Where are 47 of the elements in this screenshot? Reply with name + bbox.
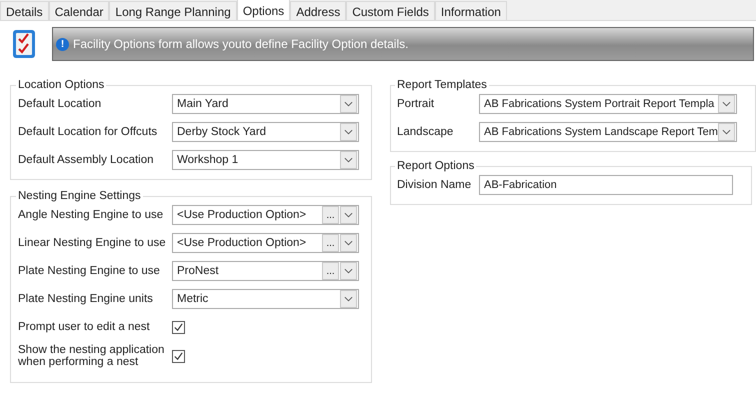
chevron-icon bbox=[722, 101, 731, 107]
field-label: Default Assembly Location bbox=[18, 154, 155, 166]
tab[interactable]: Information bbox=[434, 1, 507, 20]
dropdown[interactable]: AB Fabrications System Landscape Report Tem bbox=[479, 122, 737, 142]
field-label: Linear Nesting Engine to use bbox=[18, 237, 167, 249]
dropdown[interactable]: <Use Production Option> ... bbox=[172, 205, 359, 225]
tab[interactable]: Address bbox=[290, 1, 346, 20]
dropdown[interactable]: Metric bbox=[172, 289, 359, 309]
tab[interactable]: Long Range Planning bbox=[109, 1, 237, 20]
chevron-icon bbox=[344, 268, 353, 274]
field-label: Prompt user to edit a nest bbox=[18, 321, 151, 333]
info-icon: ! bbox=[56, 38, 69, 50]
dropdown[interactable]: ProNest ... bbox=[172, 261, 359, 281]
chevron-icon bbox=[344, 296, 353, 302]
chevron-icon bbox=[344, 101, 353, 107]
checklist-icon bbox=[12, 29, 36, 59]
field-label: Portrait bbox=[397, 98, 436, 110]
group-title: Report Templates bbox=[396, 79, 488, 91]
chevron-icon bbox=[344, 212, 353, 218]
field-label: Plate Nesting Engine units bbox=[18, 293, 154, 305]
field-label: Angle Nesting Engine to use bbox=[18, 209, 164, 221]
group-title: Nesting Engine Settings bbox=[17, 190, 142, 202]
dropdown[interactable]: AB Fabrications System Portrait Report Templa bbox=[479, 94, 737, 114]
field-label: Default Location for Offcuts bbox=[18, 126, 158, 138]
banner-text: Facility Options form allows youto define Facility Option details. bbox=[73, 37, 408, 51]
tab[interactable]: Details bbox=[0, 1, 49, 20]
field-label: Division Name bbox=[397, 179, 472, 191]
dropdown[interactable]: Derby Stock Yard bbox=[172, 122, 359, 142]
checkbox[interactable] bbox=[172, 350, 185, 362]
field-label: Landscape bbox=[397, 126, 454, 138]
dropdown[interactable]: Workshop 1 bbox=[172, 150, 359, 170]
field-label: Show the nesting application when performing a nest bbox=[18, 344, 166, 368]
chevron-icon bbox=[344, 129, 353, 135]
checkbox[interactable] bbox=[172, 320, 185, 334]
tab[interactable]: Calendar bbox=[48, 1, 110, 20]
dropdown[interactable]: <Use Production Option> ... bbox=[172, 233, 359, 253]
chevron-icon bbox=[722, 129, 731, 135]
chevron-icon bbox=[344, 240, 353, 246]
chevron-icon bbox=[344, 157, 353, 163]
field-label: Plate Nesting Engine to use bbox=[18, 265, 161, 277]
tab[interactable]: Custom Fields bbox=[346, 1, 435, 20]
input-field[interactable]: AB-Fabrication bbox=[479, 175, 733, 195]
tab[interactable]: Options bbox=[236, 0, 290, 20]
field-label: Default Location bbox=[18, 98, 102, 110]
dropdown[interactable]: Main Yard bbox=[172, 94, 359, 114]
group-title: Location Options bbox=[17, 79, 106, 91]
group-title: Report Options bbox=[396, 160, 476, 172]
